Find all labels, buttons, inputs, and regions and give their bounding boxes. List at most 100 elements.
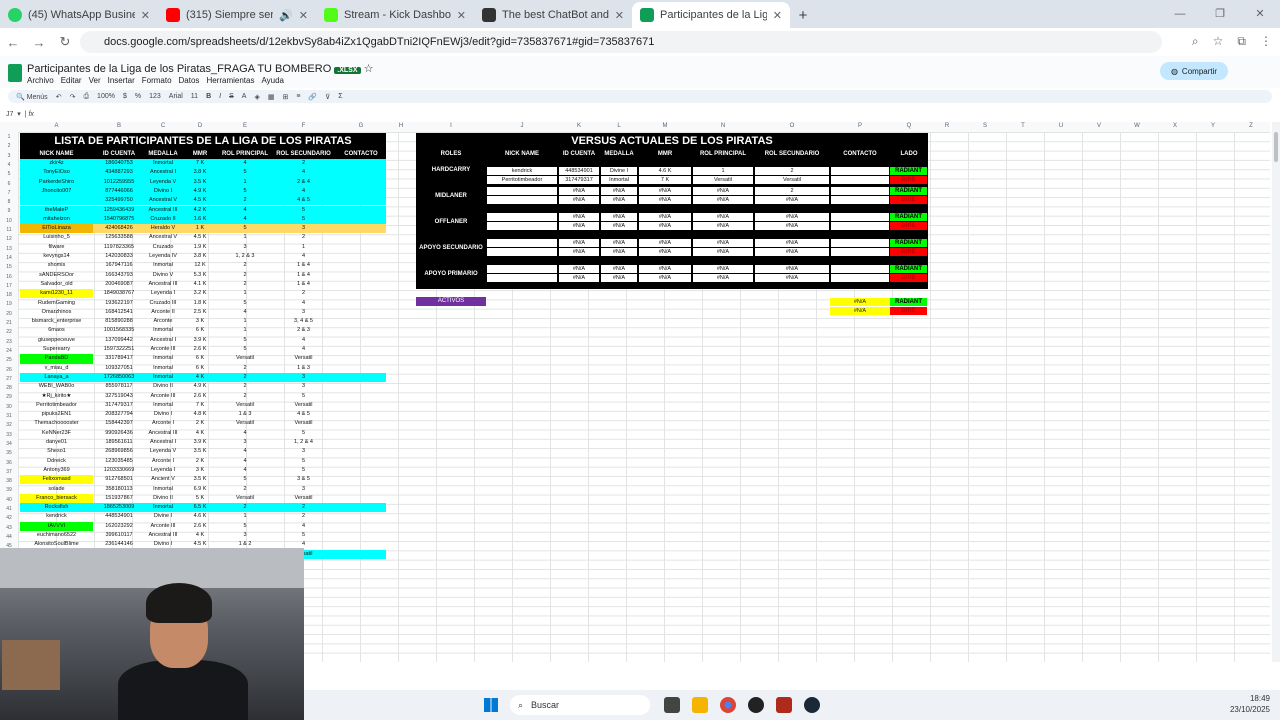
rol-secundario-cell[interactable]: 5 (271, 531, 336, 540)
rol-secundario-cell[interactable]: 5 (271, 392, 336, 401)
nickname-dropdown[interactable] (487, 274, 557, 282)
mmr-cell[interactable]: 4.6 K (181, 512, 219, 521)
mmr-cell[interactable]: 7 K (181, 159, 219, 168)
id-cell[interactable]: 990926436 (93, 429, 145, 438)
mmr-cell[interactable]: 6 K (181, 326, 219, 335)
mmr-cell[interactable]: 4 K (181, 373, 219, 382)
participant-row[interactable]: Sheso1 268969856 Leyenda V 3.5 K43 (20, 447, 386, 456)
column-header[interactable]: O (754, 123, 830, 129)
nickname-cell[interactable]: euchimano6522 (20, 531, 93, 540)
id-cell[interactable]: 1197823365 (93, 243, 145, 252)
column-header[interactable]: S (966, 123, 1004, 129)
participant-row[interactable]: Salvador_old 200469087 Ancestral III 4.1 K2… (20, 280, 386, 289)
row-header[interactable]: 29 (0, 394, 18, 400)
row-header[interactable]: 44 (0, 534, 18, 540)
rol-principal-cell[interactable]: 1 (219, 317, 271, 326)
row-header[interactable]: 37 (0, 469, 18, 475)
id-cell[interactable]: 151937867 (93, 494, 145, 503)
medalla-cell[interactable]: Inmortal (145, 373, 181, 382)
medalla-cell[interactable]: Cruzado II (145, 215, 181, 224)
link-icon[interactable]: 🔗 (308, 93, 317, 101)
redo-icon[interactable]: ↷ (70, 93, 76, 101)
mmr-cell[interactable]: 12 K (181, 261, 219, 270)
mmr-cell[interactable]: 2 K (181, 419, 219, 428)
column-header[interactable]: E (219, 123, 271, 129)
mmr-cell[interactable]: 4 K (181, 429, 219, 438)
mmr-cell[interactable]: 2.5 K (181, 308, 219, 317)
rol-principal-cell[interactable]: 2 (219, 382, 271, 391)
participant-row[interactable]: giuseppeceuve 137099442 Ancestral I 3.9 K54 (20, 336, 386, 345)
id-cell[interactable]: 186040753 (93, 159, 145, 168)
back-icon[interactable]: ← (0, 35, 26, 50)
zoom-icon[interactable]: ⌕ (1192, 34, 1199, 49)
id-cell[interactable]: 331789417 (93, 354, 145, 363)
rol-secundario-cell[interactable]: 5 (271, 466, 336, 475)
participant-row[interactable]: Luisinho_5 125633588 Ancestral V 4.5 K12 (20, 233, 386, 242)
participant-row[interactable]: theMaleP 1259436439 Ancestral III 4.2 K45 (20, 205, 386, 215)
medalla-cell[interactable]: Arconte III (145, 392, 181, 401)
contacto-cell[interactable] (831, 239, 889, 247)
undo-icon[interactable]: ↶ (56, 93, 62, 101)
row-header[interactable]: 24 (0, 348, 18, 354)
participant-row[interactable]: ParkerdeShiro 1012259955 Leyenda V 3.5 K12 … (20, 177, 386, 187)
rol-secundario-cell[interactable]: 3, 4 & 5 (271, 317, 336, 326)
rol-principal-cell[interactable]: 2 (219, 280, 271, 289)
nickname-cell[interactable]: 6maos (20, 326, 93, 335)
rol-secundario-cell[interactable]: 2 & 4 (271, 178, 336, 187)
id-cell[interactable]: 1259436439 (93, 206, 145, 215)
mmr-cell[interactable]: 3.9 K (181, 438, 219, 447)
rol-secundario-cell[interactable]: 2 (271, 503, 336, 512)
rol-secundario-cell[interactable]: 5 (271, 457, 336, 466)
medalla-cell[interactable]: Inmortal (145, 159, 181, 168)
rol-secundario-cell[interactable]: 1, 2 & 4 (271, 438, 336, 447)
rol-principal-cell[interactable]: 4 (219, 308, 271, 317)
rol-principal-cell[interactable]: 1, 2 & 3 (219, 252, 271, 261)
column-header[interactable]: I (416, 123, 486, 129)
row-header[interactable]: 22 (0, 329, 18, 335)
rol-principal-cell[interactable]: 2 (219, 485, 271, 494)
rol-principal-cell[interactable]: 4 (219, 447, 271, 456)
steam-icon[interactable] (804, 697, 820, 713)
column-header[interactable]: R (928, 123, 966, 129)
nickname-cell[interactable]: filware (20, 243, 93, 252)
column-header[interactable]: Y (1194, 123, 1232, 129)
medalla-cell[interactable]: Divino V (145, 271, 181, 280)
rol-principal-cell[interactable]: 5 (219, 475, 271, 484)
participant-row[interactable]: sANDERSOor 166343793 Divino V 5.3 K21 & 4 (20, 271, 386, 280)
contacto-cell[interactable] (831, 176, 889, 184)
column-header[interactable]: G (336, 123, 386, 129)
id-cell[interactable]: 912768501 (93, 475, 145, 484)
rol-secundario-cell[interactable]: 3 (271, 373, 336, 382)
id-cell[interactable]: 125633588 (93, 233, 145, 242)
row-header[interactable]: 1 (0, 134, 18, 140)
mmr-cell[interactable]: 5 K (181, 494, 219, 503)
folder-icon[interactable] (692, 697, 708, 713)
text-color-icon[interactable]: A (242, 93, 247, 100)
rol-secundario-cell[interactable]: 4 (271, 168, 336, 177)
medalla-cell[interactable]: Heraldo V (145, 224, 181, 233)
nickname-cell[interactable]: pipuks2EN1 (20, 410, 93, 419)
id-cell[interactable]: 1865253009 (93, 503, 145, 512)
rol-secundario-cell[interactable]: 1 & 3 (271, 364, 336, 373)
mmr-cell[interactable]: 3.5 K (181, 178, 219, 187)
font-select[interactable]: Arial (169, 93, 183, 100)
rol-principal-cell[interactable]: 2 (219, 503, 271, 512)
nickname-cell[interactable]: Lanaya_a (20, 373, 93, 382)
nickname-dropdown[interactable] (487, 239, 557, 247)
obs-icon[interactable] (748, 697, 764, 713)
close-tab-icon[interactable]: ✕ (773, 9, 782, 22)
mmr-cell[interactable]: 4.2 K (181, 206, 219, 215)
mmr-cell[interactable]: 3.9 K (181, 336, 219, 345)
nickname-dropdown[interactable] (487, 248, 557, 256)
nickname-cell[interactable]: KeNNer23F (20, 429, 93, 438)
rol-principal-cell[interactable]: 3 (219, 438, 271, 447)
column-header[interactable]: Q (890, 123, 928, 129)
rol-principal-cell[interactable]: 5 (219, 299, 271, 308)
mmr-cell[interactable]: 1.9 K (181, 243, 219, 252)
rol-secundario-cell[interactable]: 4 & 5 (271, 196, 336, 205)
nickname-cell[interactable]: Luisinho_5 (20, 233, 93, 242)
participant-row[interactable]: euchimano6522 399610117 Ancestral III 4 K35 (20, 531, 386, 540)
nickname-cell[interactable]: kami1230_11 (20, 289, 93, 299)
functions-icon[interactable]: Σ (338, 93, 342, 100)
rol-principal-cell[interactable]: 1 & 3 (219, 410, 271, 419)
